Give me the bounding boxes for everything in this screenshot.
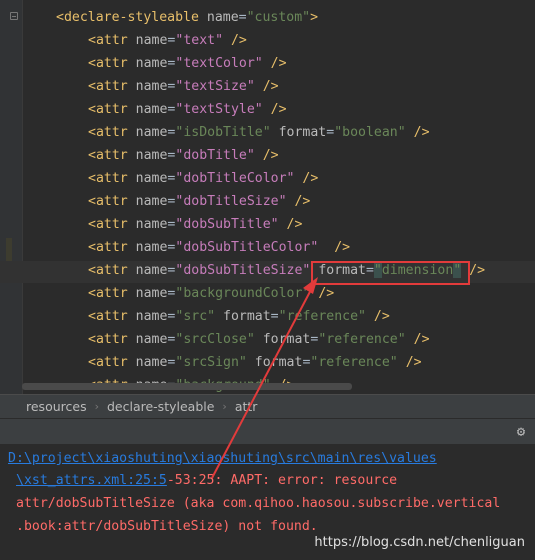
watermark: https://blog.csdn.net/chenliguan [314,535,525,550]
annotation-arrow [211,277,318,479]
